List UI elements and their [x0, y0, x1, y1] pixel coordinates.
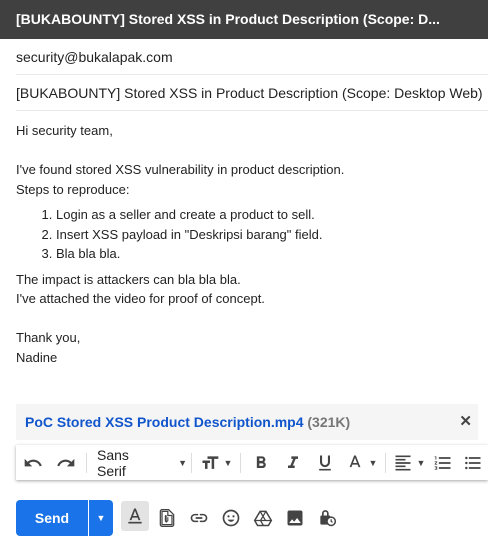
- steps-heading: Steps to reproduce:: [16, 181, 130, 197]
- toolbar-divider: [240, 452, 241, 473]
- send-options-button[interactable]: ▼: [89, 500, 113, 536]
- align-icon[interactable]: ▼: [390, 445, 428, 480]
- list-item: Insert XSS payload in "Deskripsi barang"…: [56, 225, 476, 245]
- formatting-toolbar: Sans Serif ▼ ▼ ▼ ▼: [16, 445, 488, 480]
- chevron-down-icon: ▼: [368, 457, 378, 468]
- italic-icon[interactable]: [277, 445, 309, 480]
- attachment-name[interactable]: PoC Stored XSS Product Description.mp4: [25, 414, 304, 430]
- toolbar-divider: [191, 452, 192, 473]
- undo-icon[interactable]: [16, 445, 50, 480]
- emoji-icon[interactable]: [219, 506, 243, 530]
- list-item: Bla bla bla.: [56, 244, 476, 264]
- attach-file-icon[interactable]: [155, 506, 179, 530]
- subject-field[interactable]: [BUKABOUNTY] Stored XSS in Product Descr…: [16, 75, 488, 111]
- font-family-select[interactable]: Sans Serif ▼: [91, 445, 187, 480]
- send-button[interactable]: Send: [16, 500, 88, 536]
- chevron-down-icon: ▼: [96, 513, 106, 523]
- message-body[interactable]: Hi security team, I've found stored XSS …: [16, 121, 476, 367]
- greeting: Hi security team,: [16, 123, 113, 138]
- chevron-down-icon: ▼: [178, 457, 187, 468]
- attachment-size: (321K): [307, 414, 351, 430]
- underline-icon[interactable]: [309, 445, 341, 480]
- to-field[interactable]: security@bukalapak.com: [16, 39, 488, 75]
- signature: Nadine: [16, 349, 58, 365]
- steps-list: Login as a seller and create a product t…: [16, 205, 476, 264]
- compose-actions: Send ▼: [0, 496, 488, 540]
- chevron-down-icon: ▼: [416, 457, 426, 468]
- impact-line: The impact is attackers can bla bla bla.: [16, 271, 241, 287]
- font-size-icon[interactable]: ▼: [196, 445, 236, 480]
- list-item: Login as a seller and create a product t…: [56, 205, 476, 225]
- intro-line: I've found stored XSS vulnerability in p…: [16, 162, 345, 177]
- redo-icon[interactable]: [50, 445, 82, 480]
- bold-icon[interactable]: [245, 445, 277, 480]
- toolbar-divider: [86, 452, 87, 473]
- confidential-mode-icon[interactable]: [315, 506, 339, 530]
- closing: Thank you,: [16, 330, 81, 345]
- formatting-options-icon[interactable]: [121, 501, 149, 531]
- bulleted-list-icon[interactable]: [458, 445, 488, 480]
- numbered-list-icon[interactable]: [428, 445, 458, 480]
- font-family-label: Sans Serif: [97, 446, 129, 479]
- attachment-note: I've attached the video for proof of con…: [16, 291, 265, 306]
- drive-icon[interactable]: [251, 506, 275, 530]
- chevron-down-icon: ▼: [223, 457, 233, 468]
- toolbar-divider: [385, 452, 386, 473]
- text-color-icon[interactable]: ▼: [341, 445, 381, 480]
- link-icon[interactable]: [187, 506, 211, 530]
- attachment-chip[interactable]: PoC Stored XSS Product Description.mp4 (…: [16, 404, 478, 440]
- image-icon[interactable]: [283, 506, 307, 530]
- window-title: [BUKABOUNTY] Stored XSS in Product Descr…: [0, 0, 488, 39]
- close-icon[interactable]: ✕: [459, 404, 472, 440]
